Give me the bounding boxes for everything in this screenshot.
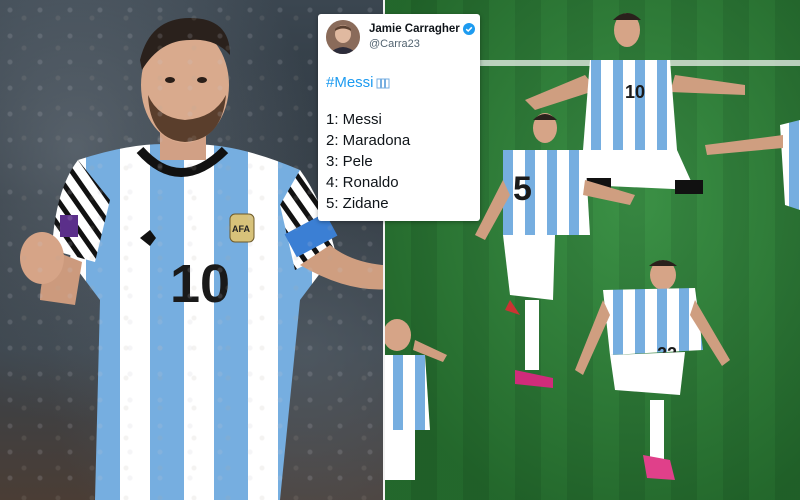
- player-right-edge: [705, 120, 800, 210]
- author-name-text: Jamie Carragher: [369, 23, 460, 35]
- player-22: 22: [575, 260, 730, 480]
- hashtag-text: #Messi: [326, 74, 374, 91]
- ranking-item: 2: Maradona: [326, 132, 411, 149]
- tweet-header: Jamie Carragher @Carra23: [326, 20, 480, 54]
- author-name[interactable]: Jamie Carragher: [369, 23, 475, 35]
- ranking-item: 4: Ronaldo: [326, 174, 399, 191]
- verified-badge-icon: [462, 23, 475, 35]
- tweet-card[interactable]: Jamie Carragher @Carra23 #Messi 1: Messi…: [318, 14, 480, 221]
- avatar-image: [326, 20, 360, 54]
- hashtag-emoji-icon: [376, 78, 390, 88]
- player-number-10: 10: [625, 82, 645, 102]
- player-bottom-left: [385, 319, 447, 480]
- ranking-item: 3: Pele: [326, 153, 373, 170]
- ranking-item: 1: Messi: [326, 111, 382, 128]
- ranking-list: 1: Messi 2: Maradona 3: Pele 4: Ronaldo …: [326, 109, 480, 214]
- hashtag-link[interactable]: #Messi: [326, 74, 480, 91]
- avatar[interactable]: [326, 20, 360, 54]
- author-handle[interactable]: @Carra23: [369, 38, 475, 50]
- player-number-5: 5: [513, 170, 532, 208]
- ranking-item: 5: Zidane: [326, 195, 389, 212]
